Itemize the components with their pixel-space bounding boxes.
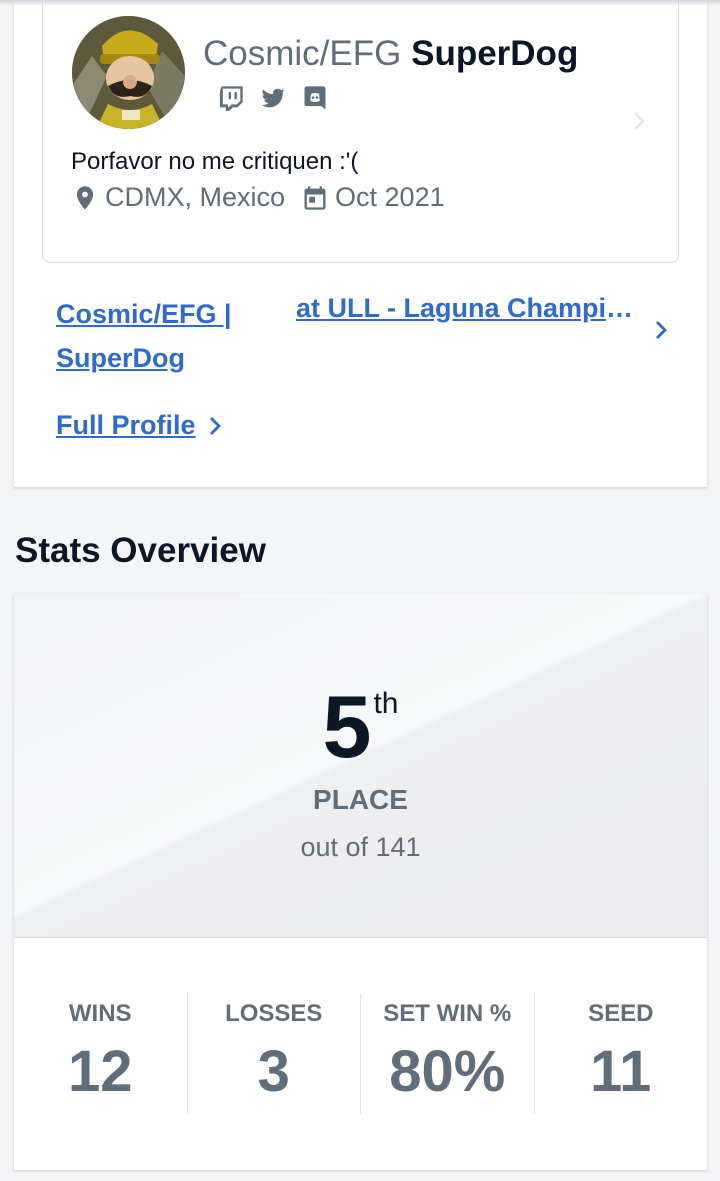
chevron-right-icon[interactable]: [650, 316, 672, 344]
chevron-right-icon: [634, 112, 645, 130]
player-link[interactable]: Cosmic/EFG | SuperDog: [56, 292, 256, 380]
bio-text: Porfavor no me critiquen :'(: [71, 148, 359, 175]
tournament-link[interactable]: ULL - Laguna Championship: [328, 293, 636, 323]
tournament-row[interactable]: at ULL - Laguna Championship: [296, 292, 636, 324]
stat-label: SET WIN %: [383, 1000, 512, 1027]
placement-panel: 5th PLACE out of 141: [14, 594, 707, 938]
joined-text: Oct 2021: [335, 182, 445, 212]
location: CDMX, Mexico: [71, 182, 285, 213]
stats-row: WINS 12 LOSSES 3 SET WIN % 80% SEED 11: [14, 994, 707, 1114]
location-pin-icon: [76, 185, 94, 210]
avatar[interactable]: [72, 16, 185, 129]
section-title: Stats Overview: [15, 531, 266, 570]
calendar-icon: [304, 185, 326, 210]
place-ordinal: th: [373, 687, 399, 720]
gamer-tag: SuperDog: [411, 34, 579, 73]
social-links: [217, 84, 329, 112]
player-name: Cosmic/EFG SuperDog: [203, 34, 578, 74]
stat-value: 80%: [389, 1039, 506, 1104]
place-label: PLACE: [313, 784, 408, 815]
full-profile-link[interactable]: Full Profile: [56, 410, 226, 441]
discord-icon[interactable]: [301, 84, 329, 112]
stat-label: SEED: [588, 1000, 654, 1027]
twitter-icon[interactable]: [259, 84, 287, 112]
placement-number: 5th: [14, 676, 707, 778]
stats-card: 5th PLACE out of 141 WINS 12 LOSSES 3 SE…: [14, 594, 707, 1170]
stat-label: WINS: [68, 1000, 132, 1027]
profile-card: Cosmic/EFG SuperDog Porfavor no me criti…: [14, 0, 707, 487]
place-out-of: out of 141: [300, 832, 421, 862]
bio-box[interactable]: Cosmic/EFG SuperDog Porfavor no me criti…: [42, 0, 679, 263]
stat-value: 12: [67, 1039, 133, 1104]
meta-row: CDMX, Mexico Oct 2021: [71, 182, 461, 213]
stat-label: LOSSES: [225, 1000, 323, 1027]
stat-seed: SEED 11: [533, 994, 708, 1114]
location-text: CDMX, Mexico: [105, 182, 286, 212]
stat-value: 3: [257, 1039, 290, 1104]
at-prefix: at: [296, 293, 321, 323]
stat-value: 11: [590, 1039, 652, 1104]
twitch-icon[interactable]: [217, 84, 245, 112]
top-shadow: [0, 0, 720, 6]
stat-losses: LOSSES 3: [186, 994, 361, 1114]
stat-wins: WINS 12: [14, 994, 187, 1114]
sponsor-prefix: Cosmic/EFG: [203, 34, 402, 73]
joined-date: Oct 2021: [301, 182, 445, 213]
chevron-right-icon: [209, 416, 221, 435]
full-profile-label[interactable]: Full Profile: [56, 410, 196, 441]
place-value: 5: [322, 677, 372, 776]
stat-set-win-pct: SET WIN % 80%: [360, 994, 534, 1114]
